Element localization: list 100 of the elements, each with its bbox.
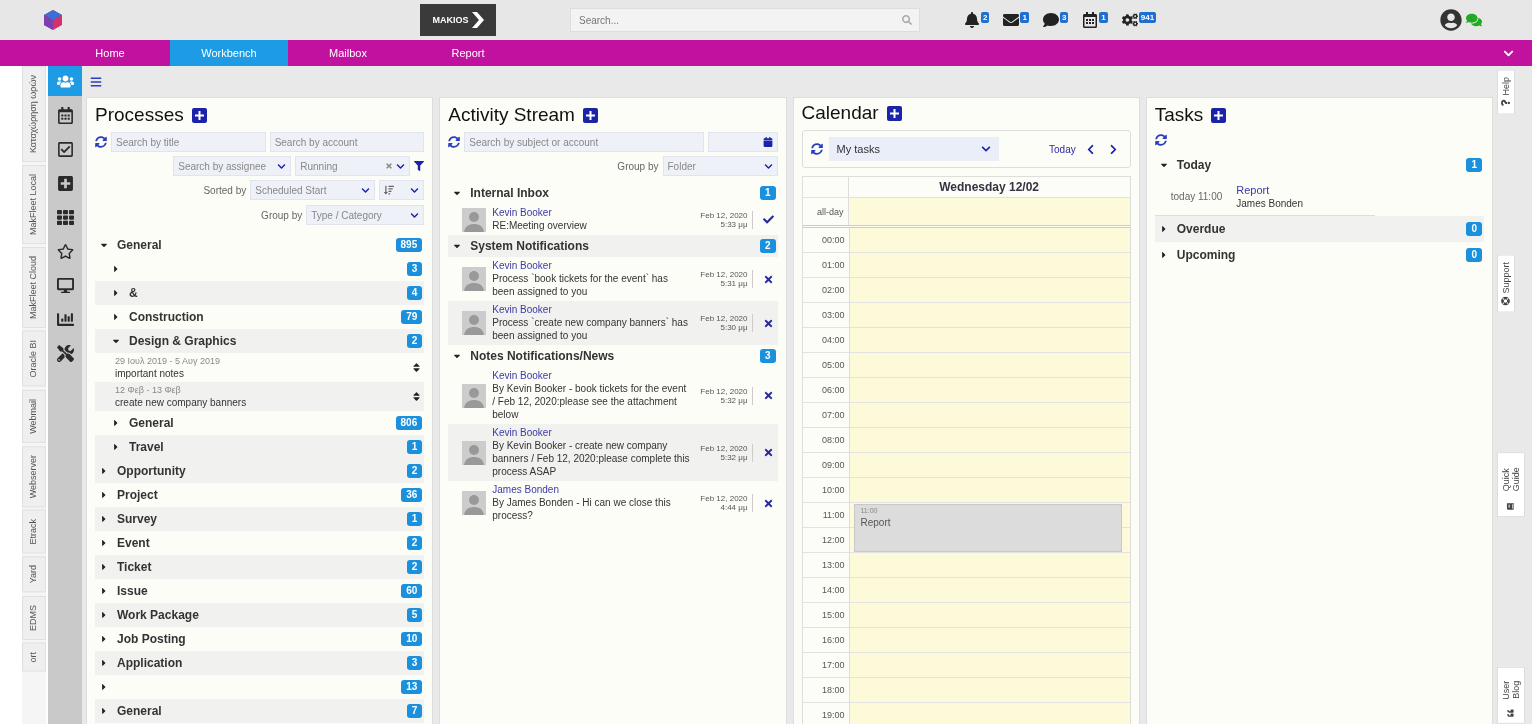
count-badge: 3 <box>406 262 423 276</box>
refresh-icon[interactable] <box>1154 134 1167 146</box>
refresh-icon[interactable] <box>810 143 823 155</box>
activity-item[interactable]: Kevin Booker RE:Meeting overview Feb 12, 2020 5:33 μμ <box>448 204 778 235</box>
activity-item[interactable]: Kevin Booker Process `book tickets for the event` has been assigned to you Feb 12, 2020 5:31 μμ <box>448 257 778 301</box>
sort-icon[interactable] <box>411 391 423 402</box>
tree-row[interactable]: General 806 <box>95 411 425 435</box>
count-badge: 60 <box>401 584 423 598</box>
date-field[interactable] <box>707 132 778 152</box>
avatar-icon[interactable] <box>1440 9 1462 31</box>
count-badge: 2 <box>759 239 776 253</box>
star-icon <box>56 242 74 260</box>
nav-tab[interactable]: Report <box>408 40 528 66</box>
author-link[interactable]: Kevin Booker <box>492 207 692 218</box>
sort-icon[interactable] <box>411 362 423 373</box>
search-field[interactable]: Search... <box>570 8 920 32</box>
clear-icon[interactable] <box>385 162 394 170</box>
refresh-icon[interactable] <box>95 136 107 148</box>
author-link[interactable]: James Bonden <box>492 484 692 495</box>
side-tab[interactable]: Καταχώρηση ωρών <box>22 66 46 163</box>
side-tab[interactable]: Yard <box>22 556 46 593</box>
side-tab[interactable]: EDMS <box>22 595 46 640</box>
count-badge: 36 <box>401 488 423 502</box>
tree-row[interactable]: Opportunity 2 <box>95 459 425 483</box>
count-badge: 13 <box>401 680 423 694</box>
tree-row[interactable]: & 4 <box>95 281 425 305</box>
folder-row[interactable]: Internal Inbox 1 <box>448 182 778 204</box>
hour-label: 09:00 <box>802 453 849 478</box>
view-select[interactable]: My tasks <box>828 137 999 161</box>
add-button[interactable] <box>886 105 902 121</box>
folder-row[interactable]: System Notifications 2 <box>448 235 778 257</box>
nav-tab[interactable]: Home <box>50 40 170 66</box>
side-tab[interactable]: ort <box>22 642 46 672</box>
tree-row[interactable]: Construction 79 <box>95 305 425 329</box>
task-group-row[interactable]: Today 1 <box>1154 152 1484 178</box>
side-tab[interactable]: Webserver <box>22 445 46 507</box>
count-badge: 10 <box>401 632 423 646</box>
tree-row[interactable]: Work Package 5 <box>95 603 425 627</box>
side-tab[interactable]: Etrack <box>22 509 46 554</box>
date-text: Feb 12, 2020 <box>700 314 748 323</box>
account-search-field[interactable]: Search by account <box>269 132 425 152</box>
nav-tab[interactable]: Mailbox <box>288 40 408 66</box>
avatar-placeholder <box>462 311 487 335</box>
side-tab[interactable]: Quick Guide <box>1497 452 1525 518</box>
tree-row[interactable]: General 7 <box>95 699 425 723</box>
tree-row[interactable]: Survey 1 <box>95 507 425 531</box>
notification-button[interactable]: 2 <box>964 12 990 28</box>
count-badge: 806 <box>395 416 423 430</box>
subject-search-field[interactable]: Search by subject or account <box>464 132 704 152</box>
side-tab[interactable]: MakFleet Local <box>22 165 46 245</box>
note-item[interactable]: 12 Φεβ - 13 Φεβ create new company banners <box>95 382 425 411</box>
menu-icon[interactable] <box>90 75 102 88</box>
author-link[interactable]: Kevin Booker <box>492 370 692 381</box>
today-link[interactable]: Today <box>1049 143 1076 155</box>
title-search-field[interactable]: Search by title <box>111 132 266 152</box>
author-link[interactable]: Kevin Booker <box>492 260 692 271</box>
filter-icon[interactable] <box>414 161 425 171</box>
author-link[interactable]: Kevin Booker <box>492 427 692 438</box>
activity-item[interactable]: Kevin Booker By Kevin Booker - create new company banners / Feb 12, 2020:please complete this process ASAP Feb 12, 2020 5:32 μμ <box>448 424 778 481</box>
folder-row[interactable]: Notes Notifications/News 3 <box>448 345 778 367</box>
notification-button[interactable]: 1 <box>1003 12 1029 28</box>
chevron-down-icon <box>980 144 991 154</box>
task-title[interactable]: Report <box>1236 184 1303 196</box>
add-button[interactable] <box>1211 107 1227 123</box>
notification-button[interactable]: 1 <box>1082 12 1108 28</box>
task-group-row[interactable]: Overdue 0 <box>1154 216 1484 242</box>
tree-row[interactable]: Event 2 <box>95 531 425 555</box>
add-button[interactable] <box>191 107 207 123</box>
side-tab[interactable]: Support <box>1497 254 1515 313</box>
author-link[interactable]: Kevin Booker <box>492 304 692 315</box>
tree-row[interactable]: Project 36 <box>95 483 425 507</box>
side-tab[interactable]: Help <box>1497 70 1515 115</box>
tree-row[interactable]: Design & Graphics 2 <box>95 329 425 353</box>
panel-title: Activity Stream <box>448 104 575 126</box>
notification-button[interactable]: 3 <box>1042 12 1069 28</box>
tree-row[interactable]: Issue 60 <box>95 579 425 603</box>
hour-label: 12:00 <box>802 528 849 553</box>
chevron-down-icon <box>410 210 420 220</box>
activity-item[interactable]: Kevin Booker By Kevin Booker - book tickets for the event / Feb 12, 2020:please see the attachment below Feb 12, 2020 5:32 μμ <box>448 367 778 424</box>
side-tab[interactable]: User Blog <box>1497 667 1525 724</box>
task-person: James Bonden <box>1236 198 1303 209</box>
activity-item[interactable]: Kevin Booker Process `create new company banners` has been assigned to you Feb 12, 2020 5:30 μμ <box>448 301 778 345</box>
tree-row[interactable]: Job Posting 10 <box>95 627 425 651</box>
sort-order-select[interactable] <box>379 180 425 200</box>
add-button[interactable] <box>582 107 598 123</box>
refresh-icon[interactable] <box>448 136 461 148</box>
side-tab[interactable]: Oracle BI <box>22 331 46 387</box>
tree-row[interactable]: Application 3 <box>95 651 425 675</box>
message-text: By James Bonden - Hi can we close this process? <box>492 496 672 522</box>
message-text: RE:Meeting overview <box>492 219 588 232</box>
tree-row[interactable]: General 895 <box>95 233 425 257</box>
side-tab[interactable]: Webmail <box>22 389 46 443</box>
activity-item[interactable]: James Bonden By James Bonden - Hi can we close this process? Feb 12, 2020 4:44 μμ <box>448 481 778 525</box>
note-item[interactable]: 29 Ιουλ 2019 - 5 Αυγ 2019 important notes <box>95 353 425 382</box>
hour-label: 07:00 <box>802 403 849 428</box>
side-tab[interactable]: MakFleet Cloud <box>22 247 46 329</box>
tree-row[interactable]: Travel 1 <box>95 435 425 459</box>
notification-button[interactable]: 941 <box>1121 12 1157 28</box>
tree-row[interactable]: Ticket 2 <box>95 555 425 579</box>
task-group-row[interactable]: Upcoming 0 <box>1154 242 1484 268</box>
